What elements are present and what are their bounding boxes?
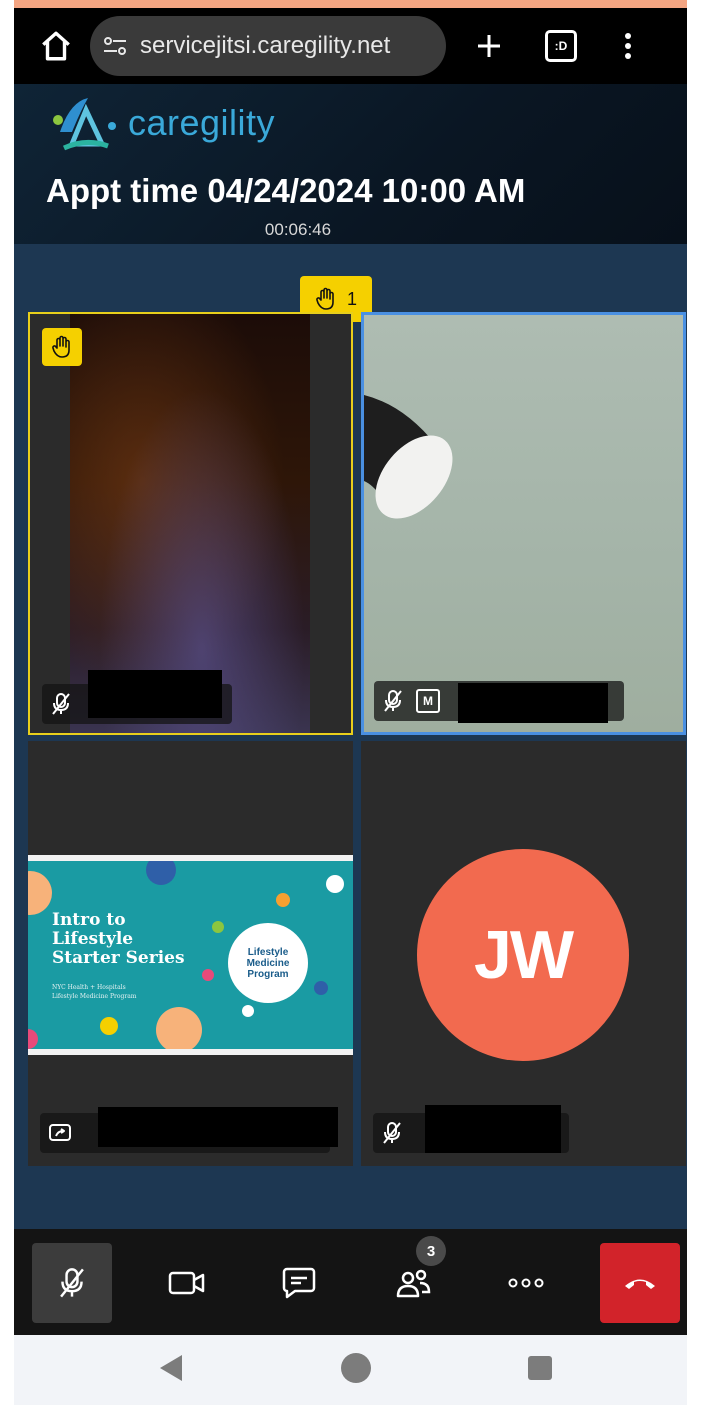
participant-tile-1[interactable] bbox=[28, 312, 353, 735]
browser-toolbar: servicejitsi.caregility.net :D bbox=[14, 8, 687, 84]
camera-button[interactable] bbox=[147, 1243, 227, 1323]
raised-hand-icon bbox=[52, 335, 70, 358]
more-actions-button[interactable] bbox=[486, 1243, 566, 1323]
participants-count-badge: 3 bbox=[416, 1236, 446, 1266]
tile-raised-hand-badge bbox=[42, 328, 82, 366]
home-button[interactable] bbox=[28, 18, 84, 74]
plus-icon bbox=[478, 35, 500, 57]
screen-share-tile[interactable]: Intro to Lifestyle Starter Series NYC He… bbox=[28, 741, 353, 1166]
screenshot-border-top bbox=[0, 0, 701, 8]
camera-icon bbox=[168, 1271, 205, 1295]
program-logo-line: Medicine bbox=[246, 957, 290, 969]
screenshot-border-left bbox=[0, 0, 14, 1405]
slide-subtitle-line: Lifestyle Medicine Program bbox=[52, 993, 137, 1000]
browser-menu-button[interactable] bbox=[608, 18, 648, 74]
participant-avatar: JW bbox=[417, 849, 629, 1061]
raised-hands-count: 1 bbox=[346, 288, 357, 309]
slide-title-line: Lifestyle bbox=[52, 929, 134, 949]
appointment-time-title: Appt time 04/24/2024 10:00 AM bbox=[46, 172, 526, 209]
mic-muted-icon bbox=[384, 690, 402, 712]
mic-muted-icon bbox=[60, 1268, 84, 1298]
screen-share-icon bbox=[49, 1124, 71, 1141]
screenshot-border-right bbox=[687, 0, 701, 1405]
site-settings-icon bbox=[104, 37, 126, 55]
more-icon bbox=[508, 1278, 544, 1288]
hangup-icon bbox=[625, 1279, 655, 1289]
home-icon bbox=[42, 31, 70, 61]
slide-subtitle: NYC Health + Hospitals Lifestyle Medicin… bbox=[52, 983, 136, 1001]
chat-button[interactable] bbox=[259, 1243, 339, 1323]
raised-hand-icon bbox=[316, 287, 334, 310]
slide-subtitle-line: NYC Health + Hospitals bbox=[52, 984, 126, 991]
recent-apps-icon[interactable] bbox=[528, 1356, 552, 1380]
tab-switcher-icon: :D bbox=[545, 30, 577, 62]
program-logo-line: Lifestyle bbox=[247, 946, 289, 958]
logo-text: caregility bbox=[128, 102, 276, 143]
call-timer: 00:06:46 bbox=[264, 220, 332, 239]
back-icon[interactable] bbox=[160, 1355, 182, 1381]
tab-switcher-label: :D bbox=[554, 39, 568, 53]
participants-icon bbox=[396, 1269, 431, 1298]
caregility-logo-icon bbox=[53, 98, 116, 151]
meeting-header: caregility Appt time 04/24/2024 10:00 AM… bbox=[14, 84, 687, 244]
mute-button[interactable] bbox=[32, 1243, 112, 1323]
mic-muted-icon bbox=[52, 693, 70, 715]
mic-muted-icon bbox=[383, 1122, 401, 1144]
redacted-name bbox=[458, 683, 608, 723]
redacted-name bbox=[88, 670, 222, 718]
new-tab-button[interactable] bbox=[464, 18, 514, 74]
program-logo: Lifestyle Medicine Program bbox=[228, 923, 308, 1003]
slide-title-line: Intro to bbox=[52, 910, 126, 930]
tab-switcher-button[interactable]: :D bbox=[536, 18, 586, 74]
meeting-toolbar bbox=[14, 1229, 687, 1335]
participant-tile-2[interactable]: M bbox=[361, 312, 686, 735]
shared-slide: Intro to Lifestyle Starter Series NYC He… bbox=[28, 855, 353, 1055]
home-circle-icon[interactable] bbox=[341, 1353, 371, 1383]
url-text: servicejitsi.caregility.net bbox=[140, 32, 391, 59]
slide-title-line: Starter Series bbox=[52, 948, 185, 968]
participant-tile-4[interactable]: JW bbox=[361, 741, 686, 1166]
redacted-name bbox=[425, 1105, 561, 1153]
url-bar[interactable]: servicejitsi.caregility.net bbox=[90, 16, 446, 76]
android-navigation-bar bbox=[14, 1335, 687, 1405]
chat-icon bbox=[282, 1267, 316, 1299]
lamp-video-content bbox=[364, 395, 453, 519]
hangup-button[interactable] bbox=[600, 1243, 680, 1323]
slide-title: Intro to Lifestyle Starter Series bbox=[52, 911, 185, 968]
caregility-logo: caregility bbox=[50, 92, 275, 154]
moderator-badge: M bbox=[416, 689, 440, 713]
redacted-name bbox=[98, 1107, 338, 1147]
moderator-badge-label: M bbox=[423, 694, 433, 708]
avatar-initials: JW bbox=[474, 917, 574, 993]
program-logo-line: Program bbox=[247, 968, 289, 980]
kebab-menu-icon bbox=[625, 33, 631, 59]
